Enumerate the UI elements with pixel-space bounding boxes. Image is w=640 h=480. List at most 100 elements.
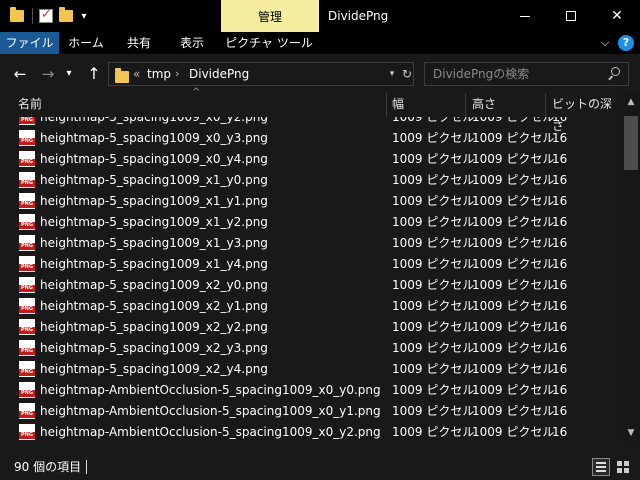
file-row[interactable]: PNG heightmap-5_spacing1009_x2_y4.png 1009… bbox=[0, 359, 622, 380]
tab-picture-tools[interactable]: ピクチャ ツール bbox=[219, 32, 319, 54]
large-icons-view-button[interactable] bbox=[614, 458, 632, 476]
column-divider[interactable] bbox=[386, 93, 387, 117]
file-width: 1009 ピクセル bbox=[392, 320, 475, 334]
tab-share[interactable]: 共有 bbox=[113, 32, 165, 54]
file-height: 1009 ピクセル bbox=[472, 194, 555, 208]
file-row[interactable]: PNG heightmap-5_spacing1009_x1_y1.png 1009… bbox=[0, 191, 622, 212]
tab-file[interactable]: ファイル bbox=[0, 32, 59, 54]
search-box[interactable]: DividePngの検索 bbox=[424, 62, 629, 86]
file-name: heightmap-5_spacing1009_x2_y3.png bbox=[40, 341, 268, 355]
breadcrumb-tmp[interactable]: tmp bbox=[147, 63, 171, 85]
file-row[interactable]: PNG heightmap-5_spacing1009_x1_y0.png 1009… bbox=[0, 170, 622, 191]
file-row[interactable]: PNG heightmap-AmbientOcclusion-5_spacing1… bbox=[0, 401, 622, 422]
file-bit-depth: 16 bbox=[552, 173, 568, 187]
file-width: 1009 ピクセル bbox=[392, 152, 475, 166]
up-button[interactable]: ↑ bbox=[84, 64, 104, 84]
file-bit-depth: 16 bbox=[552, 152, 568, 166]
column-header-width[interactable]: 幅 bbox=[392, 93, 404, 115]
file-name: heightmap-AmbientOcclusion-5_spacing1009… bbox=[40, 425, 381, 439]
file-row[interactable]: PNG heightmap-5_spacing1009_x0_y4.png 1009… bbox=[0, 149, 622, 170]
file-row[interactable]: PNG heightmap-5_spacing1009_x1_y4.png 1009… bbox=[0, 254, 622, 275]
window-title: DividePng bbox=[328, 9, 389, 23]
file-row[interactable]: PNG heightmap-AmbientOcclusion-5_spacing1… bbox=[0, 422, 622, 442]
file-height: 1009 ピクセル bbox=[472, 278, 555, 292]
close-button[interactable]: ✕ bbox=[594, 0, 640, 32]
tab-view[interactable]: 表示 bbox=[165, 32, 219, 54]
file-name: heightmap-5_spacing1009_x1_y2.png bbox=[40, 215, 268, 229]
expand-ribbon-icon[interactable]: ⌵ bbox=[598, 35, 612, 51]
file-height: 1009 ピクセル bbox=[472, 320, 555, 334]
maximize-button[interactable] bbox=[548, 0, 594, 32]
breadcrumb-dividepng[interactable]: DividePng bbox=[189, 63, 249, 85]
help-icon[interactable]: ? bbox=[618, 35, 634, 51]
details-view-button[interactable] bbox=[592, 458, 610, 476]
file-row[interactable]: PNG heightmap-5_spacing1009_x0_y2.png 1009… bbox=[0, 117, 622, 128]
file-width: 1009 ピクセル bbox=[392, 404, 475, 418]
file-width: 1009 ピクセル bbox=[392, 117, 475, 124]
file-row[interactable]: PNG heightmap-5_spacing1009_x2_y0.png 1009… bbox=[0, 275, 622, 296]
column-divider[interactable] bbox=[465, 93, 466, 117]
file-height: 1009 ピクセル bbox=[472, 215, 555, 229]
png-file-icon: PNG bbox=[19, 235, 35, 251]
file-row[interactable]: PNG heightmap-AmbientOcclusion-5_spacing1… bbox=[0, 380, 622, 401]
png-file-icon: PNG bbox=[19, 151, 35, 167]
file-row[interactable]: PNG heightmap-5_spacing1009_x0_y3.png 1009… bbox=[0, 128, 622, 149]
file-bit-depth: 16 bbox=[552, 194, 568, 208]
scroll-down-icon[interactable]: ▼ bbox=[622, 424, 640, 442]
breadcrumb-arrow-icon[interactable]: › bbox=[175, 63, 179, 85]
png-file-icon: PNG bbox=[19, 319, 35, 335]
text-cursor bbox=[86, 460, 87, 474]
png-file-icon: PNG bbox=[19, 361, 35, 377]
file-row[interactable]: PNG heightmap-5_spacing1009_x2_y1.png 1009… bbox=[0, 296, 622, 317]
file-width: 1009 ピクセル bbox=[392, 278, 475, 292]
address-dropdown-icon[interactable]: ▾ bbox=[385, 63, 399, 85]
file-bit-depth: 16 bbox=[552, 131, 568, 145]
scrollbar-thumb[interactable] bbox=[624, 116, 638, 170]
png-file-icon: PNG bbox=[19, 298, 35, 314]
file-name: heightmap-5_spacing1009_x1_y0.png bbox=[40, 173, 268, 187]
file-width: 1009 ピクセル bbox=[392, 236, 475, 250]
search-icon bbox=[608, 67, 620, 80]
folder-icon[interactable] bbox=[10, 7, 24, 22]
manage-tab[interactable]: 管理 bbox=[221, 0, 319, 32]
file-row[interactable]: PNG heightmap-5_spacing1009_x1_y3.png 1009… bbox=[0, 233, 622, 254]
column-header-height[interactable]: 高さ bbox=[472, 93, 496, 115]
file-height: 1009 ピクセル bbox=[472, 257, 555, 271]
column-divider[interactable] bbox=[545, 93, 546, 117]
png-file-icon: PNG bbox=[19, 382, 35, 398]
properties-icon[interactable] bbox=[39, 7, 53, 23]
file-width: 1009 ピクセル bbox=[392, 341, 475, 355]
tab-home[interactable]: ホーム bbox=[59, 32, 113, 54]
toolbar-separator bbox=[32, 8, 33, 24]
refresh-icon[interactable]: ↻ bbox=[399, 63, 415, 85]
maximize-icon bbox=[566, 11, 576, 21]
breadcrumb-overflow[interactable]: « bbox=[133, 63, 140, 85]
address-bar[interactable]: « tmp › DividePng ▾ ↻ bbox=[108, 62, 414, 86]
file-width: 1009 ピクセル bbox=[392, 383, 475, 397]
file-bit-depth: 16 bbox=[552, 362, 568, 376]
minimize-button[interactable] bbox=[502, 0, 548, 32]
file-width: 1009 ピクセル bbox=[392, 425, 475, 439]
file-height: 1009 ピクセル bbox=[472, 425, 555, 439]
scroll-up-icon[interactable]: ▲ bbox=[622, 93, 640, 111]
file-height: 1009 ピクセル bbox=[472, 173, 555, 187]
status-bar: 90 個の項目 bbox=[0, 456, 640, 480]
file-width: 1009 ピクセル bbox=[392, 215, 475, 229]
file-row[interactable]: PNG heightmap-5_spacing1009_x1_y2.png 1009… bbox=[0, 212, 622, 233]
file-row[interactable]: PNG heightmap-5_spacing1009_x2_y3.png 1009… bbox=[0, 338, 622, 359]
file-height: 1009 ピクセル bbox=[472, 131, 555, 145]
vertical-scrollbar[interactable]: ▲ ▼ bbox=[622, 93, 640, 442]
customize-toolbar-icon[interactable]: ▾ bbox=[79, 11, 89, 22]
back-button[interactable]: ← bbox=[10, 64, 30, 84]
file-width: 1009 ピクセル bbox=[392, 362, 475, 376]
file-bit-depth: 16 bbox=[552, 117, 568, 124]
forward-button[interactable]: → bbox=[38, 64, 58, 84]
png-file-icon: PNG bbox=[19, 340, 35, 356]
file-bit-depth: 16 bbox=[552, 425, 568, 439]
column-header-name[interactable]: 名前 bbox=[18, 93, 42, 115]
recent-locations-icon[interactable]: ▾ bbox=[62, 64, 76, 84]
file-height: 1009 ピクセル bbox=[472, 404, 555, 418]
file-row[interactable]: PNG heightmap-5_spacing1009_x2_y2.png 1009… bbox=[0, 317, 622, 338]
close-icon: ✕ bbox=[611, 8, 623, 24]
new-folder-icon[interactable] bbox=[59, 7, 73, 22]
